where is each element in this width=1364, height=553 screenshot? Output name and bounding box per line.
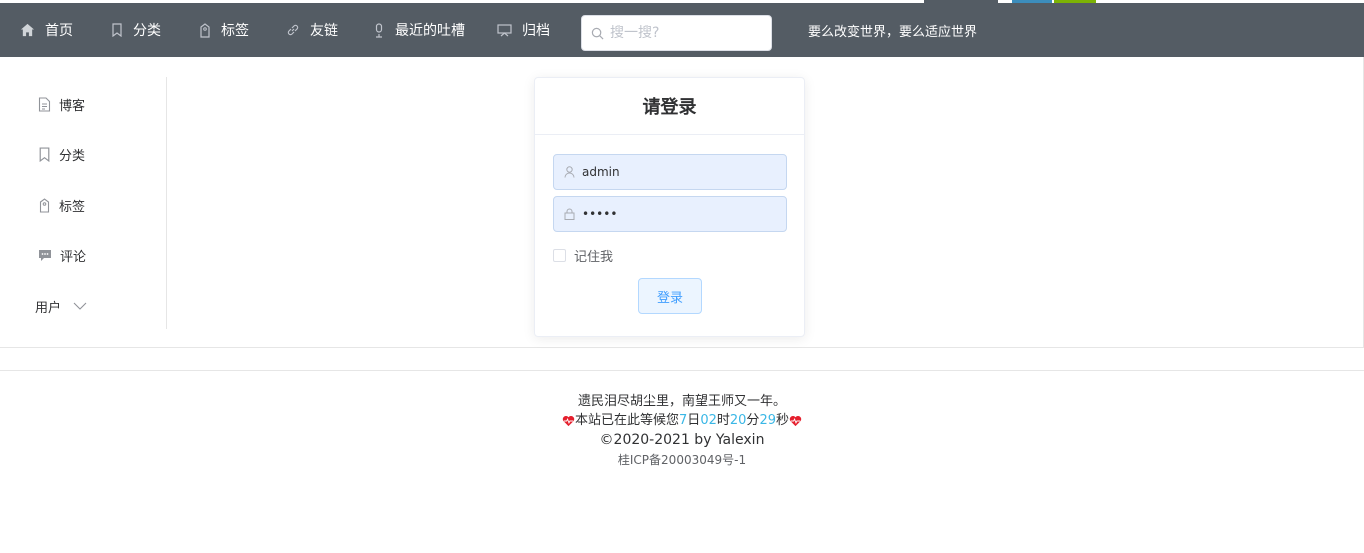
uptime-timer: 本站已在此等候您 7 日 02 时 20 分 29 秒 bbox=[0, 411, 1364, 430]
search-input[interactable] bbox=[610, 25, 760, 41]
timer-prefix: 本站已在此等候您 bbox=[575, 413, 680, 428]
login-title: 请登录 bbox=[535, 78, 804, 135]
sidebar-item-category[interactable]: 分类 bbox=[38, 144, 85, 164]
search-icon bbox=[591, 27, 604, 39]
top-navbar: 首页 分类 标签 友链 最近的吐槽 归档 要么改变世界，要么适应世界 bbox=[0, 3, 1364, 57]
timer-days-unit: 日 bbox=[687, 413, 701, 428]
timer-hours: 02 bbox=[700, 413, 717, 428]
footer-icp-link[interactable]: 桂ICP备20003049号-1 bbox=[0, 450, 1364, 470]
footer-copyright: ©2020-2021 by Yalexin bbox=[599, 432, 765, 448]
sidebar-item-blog[interactable]: 博客 bbox=[38, 94, 85, 114]
sidebar-item-label: 博客 bbox=[59, 98, 86, 114]
nav-item-label: 归档 bbox=[522, 23, 550, 39]
microphone-icon bbox=[375, 22, 383, 38]
sidebar-submenu-label: 用户 bbox=[35, 300, 62, 316]
nav-item-home[interactable]: 首页 bbox=[20, 3, 73, 57]
main-content: 博客 分类 标签 评论 用户 请登录 ••••• 记住 bbox=[0, 57, 1364, 348]
footer: 遗民泪尽胡尘里，南望王师又一年。 本站已在此等候您 7 日 02 时 20 分 … bbox=[0, 392, 1364, 470]
timer-minutes: 20 bbox=[729, 413, 747, 428]
sidebar-item-label: 分类 bbox=[59, 148, 86, 164]
nav-item-label: 友链 bbox=[310, 23, 338, 39]
timer-seconds: 29 bbox=[759, 413, 776, 428]
nav-item-recent-rants[interactable]: 最近的吐槽 bbox=[373, 3, 465, 57]
username-field[interactable] bbox=[553, 154, 787, 190]
link-icon bbox=[287, 24, 299, 36]
sidebar-item-label: 标签 bbox=[59, 199, 86, 215]
login-button[interactable]: 登录 bbox=[638, 278, 702, 314]
nav-item-label: 分类 bbox=[133, 23, 161, 39]
heart-icon bbox=[562, 415, 575, 426]
bookmark-icon bbox=[39, 146, 50, 162]
timer-days: 7 bbox=[679, 413, 688, 428]
footer-poem: 遗民泪尽胡尘里，南望王师又一年。 bbox=[577, 394, 786, 409]
sidebar-item-tags[interactable]: 标签 bbox=[38, 195, 85, 215]
chevron-down-icon bbox=[73, 302, 87, 310]
remember-me-label: 记住我 bbox=[574, 250, 614, 265]
nav-item-friend-links[interactable]: 友链 bbox=[286, 3, 338, 57]
nav-item-label: 标签 bbox=[221, 23, 249, 39]
nav-item-label: 首页 bbox=[45, 23, 73, 39]
sidebar-item-comments[interactable]: 评论 bbox=[38, 245, 86, 265]
password-field[interactable]: ••••• bbox=[553, 196, 787, 232]
tag-icon bbox=[39, 197, 50, 213]
password-input[interactable]: ••••• bbox=[582, 207, 617, 221]
sidebar-submenu-users[interactable]: 用户 bbox=[35, 296, 87, 316]
home-icon bbox=[20, 23, 35, 37]
document-icon bbox=[38, 96, 51, 112]
timer-hours-unit: 时 bbox=[716, 413, 730, 428]
nav-item-category[interactable]: 分类 bbox=[111, 3, 161, 57]
timer-seconds-unit: 秒 bbox=[775, 413, 789, 428]
nav-item-tags[interactable]: 标签 bbox=[199, 3, 249, 57]
checkbox-box[interactable] bbox=[553, 249, 566, 262]
username-input[interactable] bbox=[582, 165, 772, 179]
remember-me-checkbox[interactable]: 记住我 bbox=[553, 246, 613, 265]
comment-icon bbox=[39, 249, 51, 261]
timer-minutes-unit: 分 bbox=[746, 413, 760, 428]
archive-icon bbox=[497, 24, 512, 37]
login-card: 请登录 ••••• 记住我 登录 bbox=[534, 77, 805, 337]
tag-icon bbox=[200, 22, 210, 38]
search-box[interactable] bbox=[581, 15, 772, 51]
nav-item-label: 最近的吐槽 bbox=[395, 23, 465, 39]
footer-divider bbox=[0, 370, 1364, 371]
bookmark-icon bbox=[112, 23, 122, 37]
heart-icon bbox=[789, 415, 802, 426]
slogan-text: 要么改变世界，要么适应世界 bbox=[808, 24, 978, 40]
user-icon bbox=[564, 166, 575, 178]
sidebar-menu: 博客 分类 标签 评论 用户 bbox=[0, 77, 167, 329]
sidebar-item-label: 评论 bbox=[60, 249, 87, 265]
lock-icon bbox=[564, 208, 575, 220]
nav-item-archive[interactable]: 归档 bbox=[497, 3, 550, 57]
